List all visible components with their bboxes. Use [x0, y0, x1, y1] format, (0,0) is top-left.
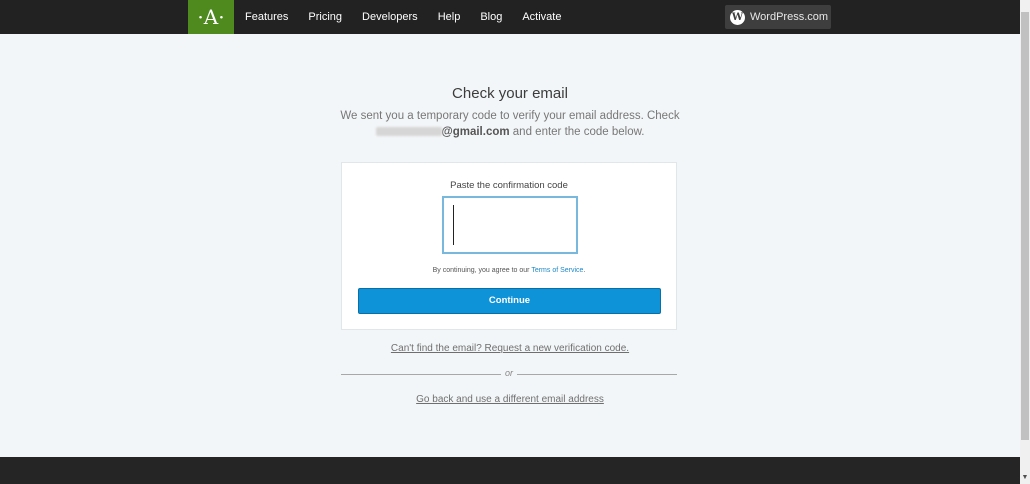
page-footer — [0, 457, 1020, 484]
verification-card: Paste the confirmation code By continuin… — [341, 162, 677, 330]
app-logo[interactable]: ·A· — [188, 0, 234, 34]
page-title: Check your email — [452, 85, 568, 102]
scrollbar-thumb[interactable] — [1021, 12, 1029, 440]
instruction-text: We sent you a temporary code to verify y… — [330, 108, 690, 140]
instruction-line-1: We sent you a temporary code to verify y… — [340, 110, 680, 122]
instruction-line-2: and enter the code below. — [509, 126, 645, 138]
terms-prefix: By continuing, you agree to our — [432, 267, 532, 274]
main-nav: Features Pricing Developers Help Blog Ac… — [245, 0, 581, 34]
redacted-email-user — [375, 127, 442, 137]
text-caret — [453, 205, 454, 245]
terms-of-service-link[interactable]: Terms of Service — [531, 267, 583, 274]
nav-item-help[interactable]: Help — [438, 0, 461, 34]
wordpress-icon: W — [730, 9, 745, 25]
scroll-down-arrow-icon[interactable]: ▼ — [1020, 472, 1030, 484]
divider-line-right — [517, 374, 677, 375]
or-divider: or — [341, 368, 677, 378]
continue-button[interactable]: Continue — [358, 288, 661, 314]
code-field-label: Paste the confirmation code — [450, 180, 568, 191]
wordpress-button-label: WordPress.com — [750, 11, 829, 23]
confirmation-code-input[interactable] — [442, 196, 578, 254]
nav-item-blog[interactable]: Blog — [480, 0, 502, 34]
nav-item-developers[interactable]: Developers — [362, 0, 418, 34]
resend-code-link[interactable]: Can't find the email? Request a new veri… — [0, 343, 1020, 354]
email-domain: @gmail.com — [441, 126, 510, 138]
top-nav-bar: ·A· Features Pricing Developers Help Blo… — [0, 0, 1020, 34]
nav-item-pricing[interactable]: Pricing — [308, 0, 342, 34]
wordpress-button[interactable]: W WordPress.com — [725, 5, 831, 29]
or-label: or — [504, 368, 513, 378]
divider-line-left — [341, 374, 501, 375]
vertical-scrollbar[interactable]: ▼ — [1020, 0, 1030, 484]
terms-suffix: . — [583, 267, 586, 274]
terms-notice: By continuing, you agree to our Terms of… — [342, 267, 676, 274]
nav-item-features[interactable]: Features — [245, 0, 288, 34]
change-email-link[interactable]: Go back and use a different email addres… — [0, 394, 1020, 405]
nav-item-activate[interactable]: Activate — [522, 0, 561, 34]
